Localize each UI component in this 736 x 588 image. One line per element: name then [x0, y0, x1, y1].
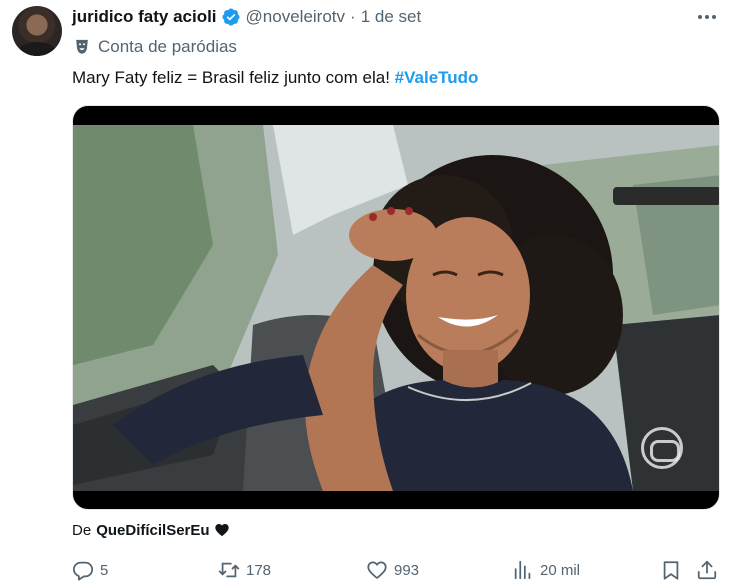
- tweet-actions: 5 178 993 20 mil: [72, 556, 722, 584]
- views-count: 20 mil: [540, 561, 581, 579]
- reply-button[interactable]: 5: [72, 556, 108, 584]
- like-count: 993: [394, 561, 420, 579]
- source-account-link[interactable]: QueDifícilSerEu: [96, 522, 209, 539]
- parody-label: Conta de paródias: [72, 36, 237, 58]
- bookmark-icon: [663, 561, 679, 580]
- parody-mask-icon: [76, 39, 88, 54]
- like-icon: [367, 561, 387, 579]
- tweet-video[interactable]: [72, 105, 720, 510]
- share-icon: [697, 560, 717, 580]
- views-button[interactable]: 20 mil: [512, 556, 580, 584]
- author-name[interactable]: juridico faty acioli: [72, 7, 217, 27]
- video-scene: [73, 125, 719, 491]
- author-handle[interactable]: @noveleirotv: [246, 7, 345, 27]
- tweet-timestamp[interactable]: 1 de set: [361, 7, 422, 27]
- more-icon[interactable]: [692, 6, 722, 28]
- tweet-body: Mary Faty feliz = Brasil feliz junto com…: [72, 68, 390, 87]
- tv-logo: [641, 427, 683, 469]
- share-button[interactable]: [696, 556, 718, 584]
- views-icon: [514, 560, 531, 580]
- video-source: De QueDifícilSerEu: [72, 520, 230, 540]
- hashtag-link[interactable]: #ValeTudo: [395, 68, 479, 87]
- retweet-button[interactable]: 178: [218, 556, 271, 584]
- reply-count: 5: [100, 561, 109, 579]
- verified-badge-icon: [222, 8, 240, 26]
- tweet-text: Mary Faty feliz = Brasil feliz junto com…: [72, 66, 478, 90]
- heart-emoji-icon: [214, 524, 229, 536]
- header-separator: ·: [350, 7, 356, 26]
- bookmark-button[interactable]: [660, 556, 682, 584]
- author-avatar[interactable]: [12, 6, 62, 56]
- video-frame: [73, 125, 719, 491]
- parody-label-text: Conta de paródias: [98, 37, 237, 56]
- reply-icon: [72, 561, 94, 581]
- like-button[interactable]: 993: [366, 556, 419, 584]
- source-prefix: De: [72, 521, 92, 539]
- tweet-header: juridico faty acioli @noveleirotv · 1 de…: [72, 6, 716, 28]
- retweet-icon: [218, 562, 240, 578]
- retweet-count: 178: [246, 561, 272, 579]
